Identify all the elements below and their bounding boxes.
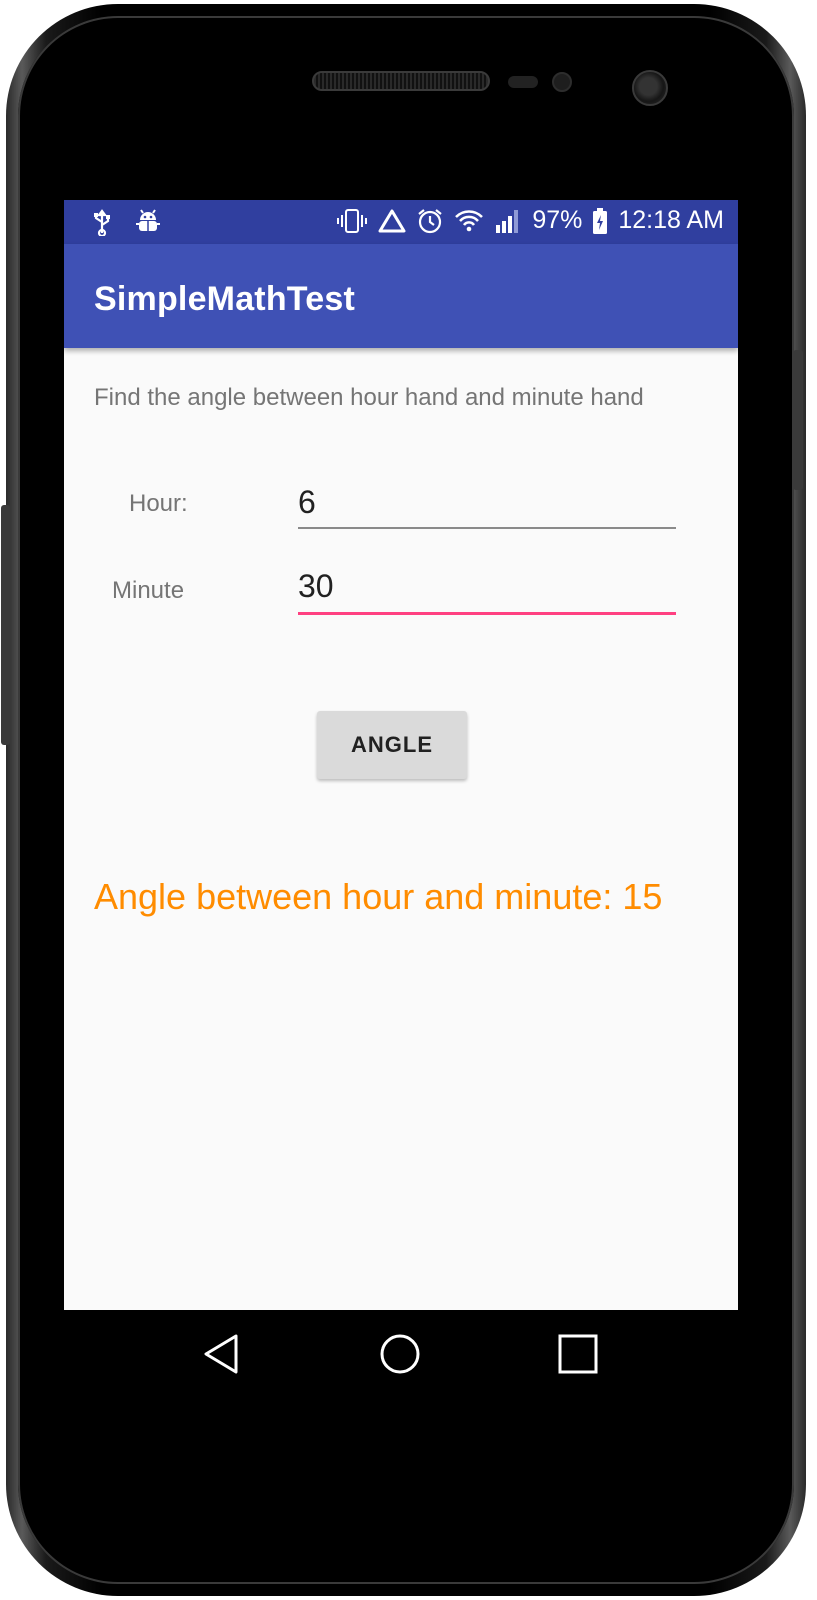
android-debug-icon bbox=[136, 209, 160, 231]
minute-input[interactable]: 30 bbox=[298, 568, 676, 608]
hour-input-underline bbox=[298, 527, 676, 529]
minute-input-underline bbox=[298, 612, 676, 615]
home-icon[interactable] bbox=[376, 1330, 424, 1378]
navigation-bar bbox=[64, 1310, 738, 1397]
light-sensor bbox=[552, 72, 572, 92]
status-bar: 97% 12:18 AM bbox=[64, 200, 738, 244]
signal-icon bbox=[496, 209, 519, 233]
hour-label: Hour: bbox=[129, 490, 188, 517]
app-bar: SimpleMathTest bbox=[64, 244, 738, 348]
wifi-icon bbox=[455, 209, 484, 231]
battery-percent: 97% bbox=[532, 206, 583, 234]
app-title: SimpleMathTest bbox=[94, 280, 355, 318]
recents-icon[interactable] bbox=[554, 1330, 602, 1378]
result-text: Angle between hour and minute: 15 bbox=[94, 876, 663, 917]
earpiece-speaker bbox=[312, 71, 490, 91]
clock: 12:18 AM bbox=[618, 206, 724, 234]
battery-charging-icon bbox=[593, 207, 608, 234]
proximity-sensor bbox=[508, 76, 538, 88]
back-icon[interactable] bbox=[198, 1330, 246, 1378]
minute-label: Minute bbox=[112, 577, 185, 604]
volume-button bbox=[1, 505, 10, 745]
screen: 97% 12:18 AM SimpleMathTest Find the ang… bbox=[64, 200, 738, 1397]
vibrate-icon bbox=[337, 208, 368, 233]
angle-button[interactable]: ANGLE bbox=[317, 711, 467, 779]
alarm-icon bbox=[418, 208, 442, 233]
usb-icon bbox=[94, 209, 110, 236]
hour-input[interactable]: 6 bbox=[298, 484, 676, 524]
power-button bbox=[793, 350, 803, 490]
main-content: Find the angle between hour hand and min… bbox=[64, 348, 738, 1310]
instruction-text: Find the angle between hour hand and min… bbox=[94, 384, 644, 411]
front-camera bbox=[632, 70, 668, 106]
warning-triangle-icon bbox=[378, 209, 406, 232]
